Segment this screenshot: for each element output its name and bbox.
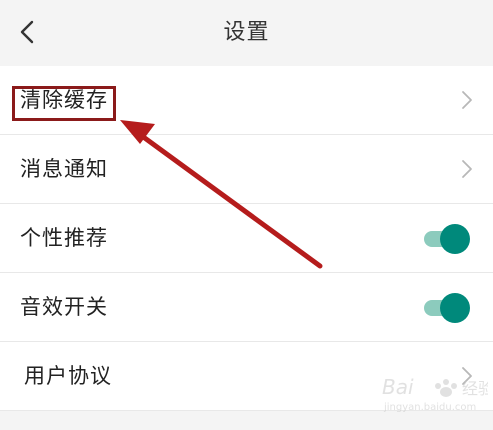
toggle-knob <box>440 224 470 254</box>
settings-row-user-agreement[interactable]: 用户协议 <box>0 342 493 411</box>
settings-row-label: 音效开关 <box>20 295 108 319</box>
app-header: 设置 <box>0 0 493 66</box>
sound-effects-toggle[interactable] <box>422 293 470 323</box>
settings-row-recommendations: 个性推荐 <box>0 204 493 273</box>
settings-row-label: 个性推荐 <box>20 226 108 250</box>
settings-row-label: 消息通知 <box>20 157 108 181</box>
chevron-right-icon <box>462 367 472 385</box>
page-title: 设置 <box>223 20 270 45</box>
settings-row-clear-cache[interactable]: 清除缓存 <box>0 66 493 135</box>
toggle-knob <box>440 293 470 323</box>
chevron-right-icon <box>462 91 472 109</box>
settings-row-notifications[interactable]: 消息通知 <box>0 135 493 204</box>
settings-row-label: 清除缓存 <box>20 88 108 112</box>
settings-row-sound-effects: 音效开关 <box>0 273 493 342</box>
recommendations-toggle[interactable] <box>422 224 470 254</box>
chevron-right-icon <box>462 160 472 178</box>
settings-row-label: 用户协议 <box>24 364 112 388</box>
settings-list: 清除缓存 消息通知 个性推荐 音效开关 用户协议 <box>0 66 493 411</box>
